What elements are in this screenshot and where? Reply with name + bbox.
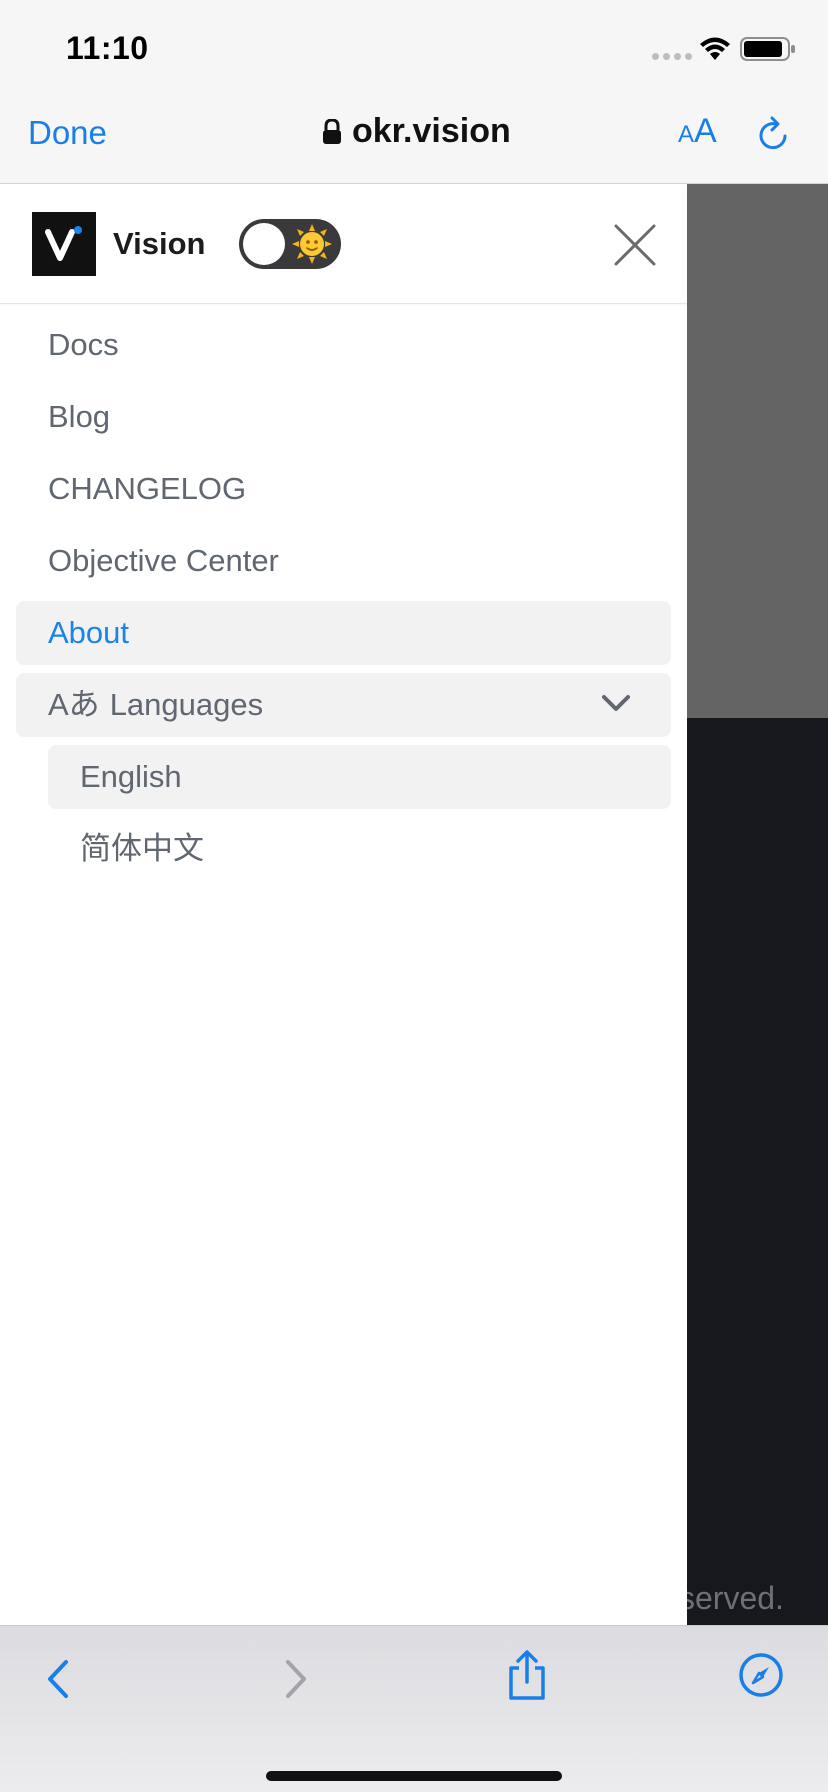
back-icon[interactable]	[40, 1656, 76, 1702]
forward-icon[interactable]	[278, 1656, 314, 1702]
done-button[interactable]: Done	[28, 114, 107, 152]
menu-item-objective-center[interactable]: Objective Center	[16, 529, 671, 593]
menu-item-changelog[interactable]: CHANGELOG	[16, 457, 671, 521]
battery-icon	[740, 37, 795, 61]
language-option-english[interactable]: English	[48, 745, 671, 809]
browser-header: Done okr.vision AA	[0, 92, 828, 184]
lock-icon	[323, 118, 341, 144]
drawer-header: Vision	[0, 184, 687, 304]
reload-icon[interactable]	[756, 116, 792, 154]
share-icon[interactable]	[505, 1650, 549, 1702]
menu-item-about[interactable]: About	[16, 601, 671, 665]
close-icon[interactable]	[612, 222, 658, 268]
page-backdrop-footer: served.	[687, 718, 828, 1625]
browser-toolbar	[0, 1625, 828, 1792]
navigation-drawer: Vision Docs Blog CHANGELOG Objective Cen…	[0, 184, 687, 1625]
brand-name[interactable]: Vision	[113, 226, 205, 262]
page-backdrop-top	[687, 184, 828, 718]
sun-icon	[292, 224, 332, 264]
chevron-down-icon	[602, 695, 630, 711]
menu-item-blog[interactable]: Blog	[16, 385, 671, 449]
menu-item-docs[interactable]: Docs	[16, 313, 671, 377]
cellular-signal-icon	[652, 53, 692, 60]
translate-icon: Aあ	[48, 687, 100, 722]
languages-dropdown[interactable]: Aあ Languages	[16, 673, 671, 737]
vision-logo[interactable]	[32, 212, 96, 276]
language-option-chinese[interactable]: 简体中文	[48, 817, 671, 881]
text-size-button[interactable]: AA	[678, 112, 717, 151]
compass-icon[interactable]	[738, 1652, 784, 1698]
theme-toggle[interactable]	[239, 219, 341, 269]
wifi-icon	[700, 37, 730, 60]
languages-label: Languages	[109, 687, 264, 722]
home-indicator	[266, 1771, 562, 1781]
status-time: 11:10	[66, 30, 149, 66]
toggle-knob	[243, 223, 285, 265]
status-bar: 11:10	[0, 0, 828, 92]
address-bar[interactable]: okr.vision	[322, 112, 511, 151]
url-text: okr.vision	[352, 112, 511, 150]
footer-text-fragment: served.	[687, 1580, 784, 1616]
